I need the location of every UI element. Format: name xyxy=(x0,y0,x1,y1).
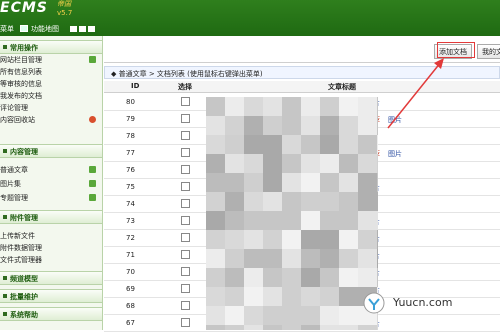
watermark-text: Yuucn.com xyxy=(393,296,453,309)
annotation-arrow xyxy=(387,58,444,129)
watermark-logo-icon xyxy=(363,292,385,314)
